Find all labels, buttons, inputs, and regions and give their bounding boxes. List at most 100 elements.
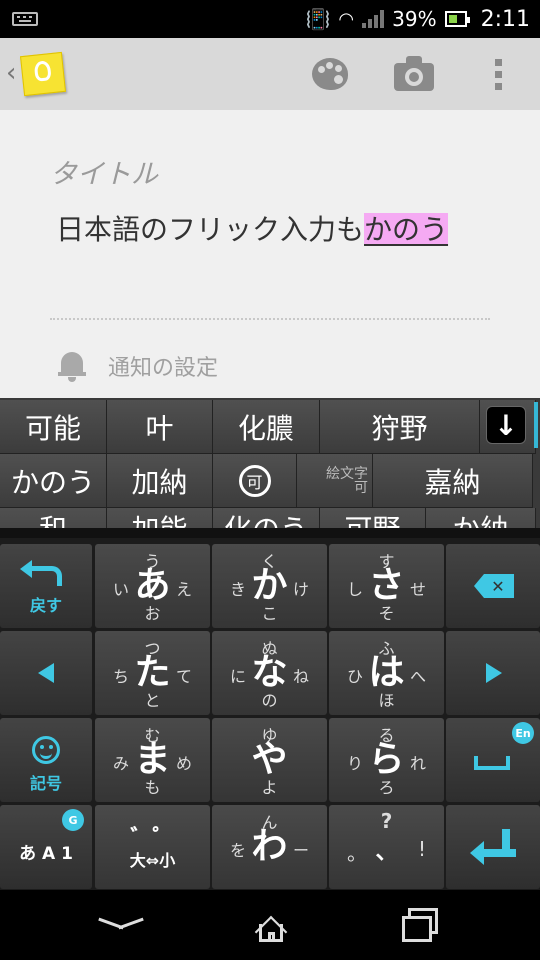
expand-candidates-button[interactable]: ↓	[486, 406, 526, 444]
key-ma[interactable]: むみまめも	[95, 718, 210, 802]
key-ya[interactable]: ゆやよ	[212, 718, 327, 802]
action-bar: ‹	[0, 38, 540, 110]
clock: 2:11	[480, 6, 530, 32]
candidate[interactable]: 狩野	[320, 400, 480, 454]
key-glyph: よ	[261, 778, 278, 797]
key-glyph: 記号	[29, 774, 62, 793]
emoji-candidate[interactable]: 絵文字 可	[297, 454, 373, 508]
smiley-icon	[32, 736, 60, 764]
input-mode-key[interactable]: G あ A 1	[0, 805, 92, 889]
key-glyph: 戻す	[29, 596, 62, 615]
key-glyph: て	[175, 667, 192, 686]
key-sa[interactable]: すしさせそ	[329, 544, 444, 628]
candidate[interactable]: か納	[426, 508, 536, 528]
right-arrow-icon	[486, 663, 502, 683]
hide-keyboard-icon[interactable]	[98, 914, 144, 934]
flick-keyboard: 戻す ういあえお くきかけこ すしさせそ ✕ つちたてと ぬになねの ふひはへほ	[0, 528, 540, 890]
english-badge: En	[512, 722, 534, 744]
bell-icon[interactable]	[58, 350, 86, 382]
symbol-key[interactable]: 記号	[0, 718, 92, 802]
vibrate-icon: 📳	[305, 7, 331, 31]
backspace-icon: ✕	[474, 574, 514, 598]
cursor-right-key[interactable]	[446, 631, 540, 715]
key-ka[interactable]: くきかけこ	[212, 544, 327, 628]
key-glyph: の	[261, 691, 278, 710]
screen: 📳 ◠ 39% 2:11 ‹ タイトル 日本語のフリック入力もかのう 通知の設定…	[0, 0, 540, 960]
battery-percent: 39%	[392, 7, 437, 31]
composing-text: かのう	[364, 213, 449, 246]
candidate[interactable]: 加能	[107, 508, 213, 528]
cursor-left-key[interactable]	[0, 631, 92, 715]
status-icons: 📳 ◠ 39% 2:11	[306, 0, 530, 38]
key-glyph: ね	[292, 667, 309, 686]
key-glyph: せ	[409, 580, 426, 599]
candidate[interactable]: 叶	[107, 400, 213, 454]
enter-key[interactable]	[446, 805, 540, 889]
key-ra[interactable]: るりられろ	[329, 718, 444, 802]
key-glyph: こ	[261, 604, 278, 623]
key-wa[interactable]: んをわー	[212, 805, 327, 889]
candidate[interactable]: 化のう	[213, 508, 320, 528]
battery-icon	[444, 11, 470, 27]
key-glyph: 、	[375, 840, 398, 865]
key-glyph: 大⇔小	[129, 851, 176, 870]
key-glyph: も	[144, 778, 161, 797]
divider	[50, 318, 490, 320]
key-glyph: へ	[409, 667, 426, 686]
key-glyph: れ	[409, 754, 426, 773]
undo-key[interactable]: 戻す	[0, 544, 92, 628]
candidate-scrollbar[interactable]	[534, 402, 538, 448]
backspace-key[interactable]: ✕	[446, 544, 540, 628]
key-glyph: そ	[378, 604, 395, 623]
undo-icon	[20, 560, 62, 586]
title-field[interactable]: タイトル	[50, 152, 158, 191]
back-chevron-icon[interactable]: ‹	[6, 58, 16, 88]
candidate-list: 可能 叶 化膿 狩野 ↓ かのう 加納 可 絵文字 可 嘉納 和 加能 化のう …	[0, 398, 540, 528]
overflow-menu-icon[interactable]	[476, 52, 520, 96]
keyboard-icon	[12, 12, 38, 26]
key-a[interactable]: ういあえお	[95, 544, 210, 628]
key-glyph: め	[175, 754, 192, 773]
left-arrow-icon	[38, 663, 54, 683]
google-badge: G	[62, 809, 84, 831]
note-body-field[interactable]: 日本語のフリック入力もかのう	[56, 208, 449, 248]
candidate[interactable]: かのう	[0, 454, 107, 508]
key-glyph: あ A 1	[19, 844, 73, 864]
candidate[interactable]: 和	[0, 508, 107, 528]
key-glyph: お	[144, 604, 161, 623]
reminder-setting[interactable]: 通知の設定	[108, 350, 218, 382]
key-glyph: ろ	[378, 778, 395, 797]
dakuten-key[interactable]: ゛゜ 大⇔小	[95, 805, 210, 889]
recent-apps-icon[interactable]	[402, 908, 438, 942]
key-glyph: え	[175, 580, 192, 599]
camera-icon[interactable]	[392, 52, 436, 96]
signal-icon	[362, 10, 385, 28]
key-ha[interactable]: ふひはへほ	[329, 631, 444, 715]
home-icon[interactable]	[254, 910, 288, 949]
space-icon	[474, 756, 510, 770]
key-glyph: ほ	[378, 691, 395, 710]
enter-icon	[470, 829, 516, 865]
key-glyph: !	[417, 837, 426, 861]
key-glyph: け	[292, 580, 309, 599]
key-glyph: ー	[292, 841, 309, 860]
status-bar: 📳 ◠ 39% 2:11	[0, 0, 540, 38]
note-body-text: 日本語のフリック入力も	[56, 213, 365, 246]
key-glyph: ?	[380, 809, 393, 833]
candidate-circled[interactable]: 可	[213, 454, 297, 508]
candidate[interactable]: 嘉納	[373, 454, 533, 508]
wifi-icon: ◠	[338, 8, 355, 30]
candidate[interactable]: 加納	[107, 454, 213, 508]
candidate[interactable]: 可能	[0, 400, 107, 454]
key-ta[interactable]: つちたてと	[95, 631, 210, 715]
space-key[interactable]: En	[446, 718, 540, 802]
keep-app-icon[interactable]	[20, 51, 66, 97]
note-editor: タイトル 日本語のフリック入力もかのう 通知の設定	[0, 110, 540, 400]
candidate[interactable]: 可野	[320, 508, 426, 528]
punctuation-key[interactable]: ? 。 、 !	[329, 805, 444, 889]
key-na[interactable]: ぬになねの	[212, 631, 327, 715]
candidate[interactable]: 化膿	[213, 400, 320, 454]
key-glyph: わ	[251, 826, 288, 867]
palette-icon[interactable]	[308, 52, 352, 96]
navigation-bar	[0, 890, 540, 960]
